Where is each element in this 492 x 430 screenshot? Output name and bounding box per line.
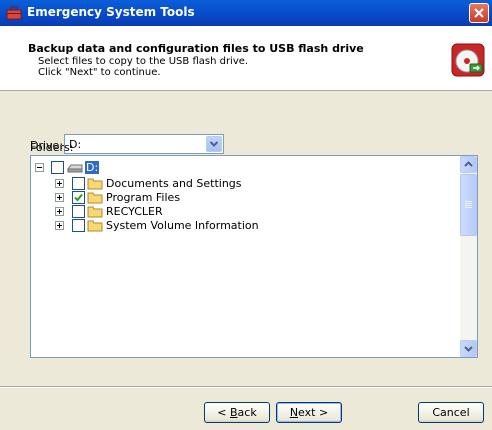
close-button[interactable] (469, 3, 489, 23)
folder-tree[interactable]: D: Documents and Settings Program Files (30, 155, 478, 358)
folder-checkbox[interactable] (72, 191, 85, 204)
cancel-button[interactable]: Cancel (418, 402, 484, 423)
tree-folder-row[interactable]: RECYCLER (55, 204, 315, 218)
drive-icon (67, 164, 83, 173)
checkmark-icon (74, 193, 83, 202)
folder-checkbox[interactable] (72, 205, 85, 218)
chevron-down-icon (464, 346, 473, 352)
folder-icon (87, 220, 103, 232)
tree-vertical-scrollbar[interactable] (460, 156, 477, 357)
expand-toggle[interactable] (55, 207, 64, 216)
expand-toggle[interactable] (55, 221, 64, 230)
scroll-up-button[interactable] (460, 156, 477, 173)
collapse-toggle[interactable] (35, 163, 44, 172)
tree-root-row[interactable]: D: (35, 160, 135, 174)
wizard-instruction-next: Click "Next" to continue. (38, 67, 161, 78)
chevron-down-icon (209, 141, 219, 147)
folder-icon (87, 178, 103, 190)
toolbox-app-icon (6, 6, 22, 20)
close-icon (474, 8, 484, 18)
scroll-down-button[interactable] (460, 340, 477, 357)
usb-backup-icon (451, 43, 485, 77)
next-button[interactable]: Next > (276, 402, 342, 423)
back-button[interactable]: < Back (204, 402, 270, 423)
wizard-window: Emergency System Tools Backup data and c… (0, 0, 492, 430)
folder-checkbox[interactable] (72, 219, 85, 232)
folder-label[interactable]: Documents and Settings (106, 177, 242, 190)
title-bar[interactable]: Emergency System Tools (0, 0, 492, 26)
folder-checkbox[interactable] (72, 177, 85, 190)
window-title: Emergency System Tools (27, 5, 195, 19)
drive-dropdown-button[interactable] (206, 136, 222, 152)
wizard-instruction: Select files to copy to the USB flash dr… (38, 56, 249, 67)
folders-label: Folders: (30, 141, 74, 154)
expand-toggle[interactable] (55, 193, 64, 202)
tree-folder-row[interactable]: System Volume Information (55, 218, 315, 232)
wizard-header: Backup data and configuration files to U… (0, 26, 492, 91)
chevron-up-icon (464, 161, 473, 167)
wizard-step-title: Backup data and configuration files to U… (28, 42, 364, 55)
folder-label[interactable]: System Volume Information (106, 219, 259, 232)
tree-folder-row[interactable]: Program Files (55, 190, 315, 204)
tree-folder-row[interactable]: Documents and Settings (55, 176, 315, 190)
folder-label[interactable]: Program Files (106, 191, 180, 204)
folder-icon (87, 206, 103, 218)
scroll-thumb[interactable] (460, 174, 477, 236)
folder-label[interactable]: RECYCLER (106, 205, 163, 218)
tree-root-label[interactable]: D: (85, 161, 100, 174)
folder-icon (87, 192, 103, 204)
tree-root-checkbox[interactable] (51, 161, 64, 174)
expand-toggle[interactable] (55, 179, 64, 188)
drive-select[interactable]: D: (64, 134, 224, 154)
